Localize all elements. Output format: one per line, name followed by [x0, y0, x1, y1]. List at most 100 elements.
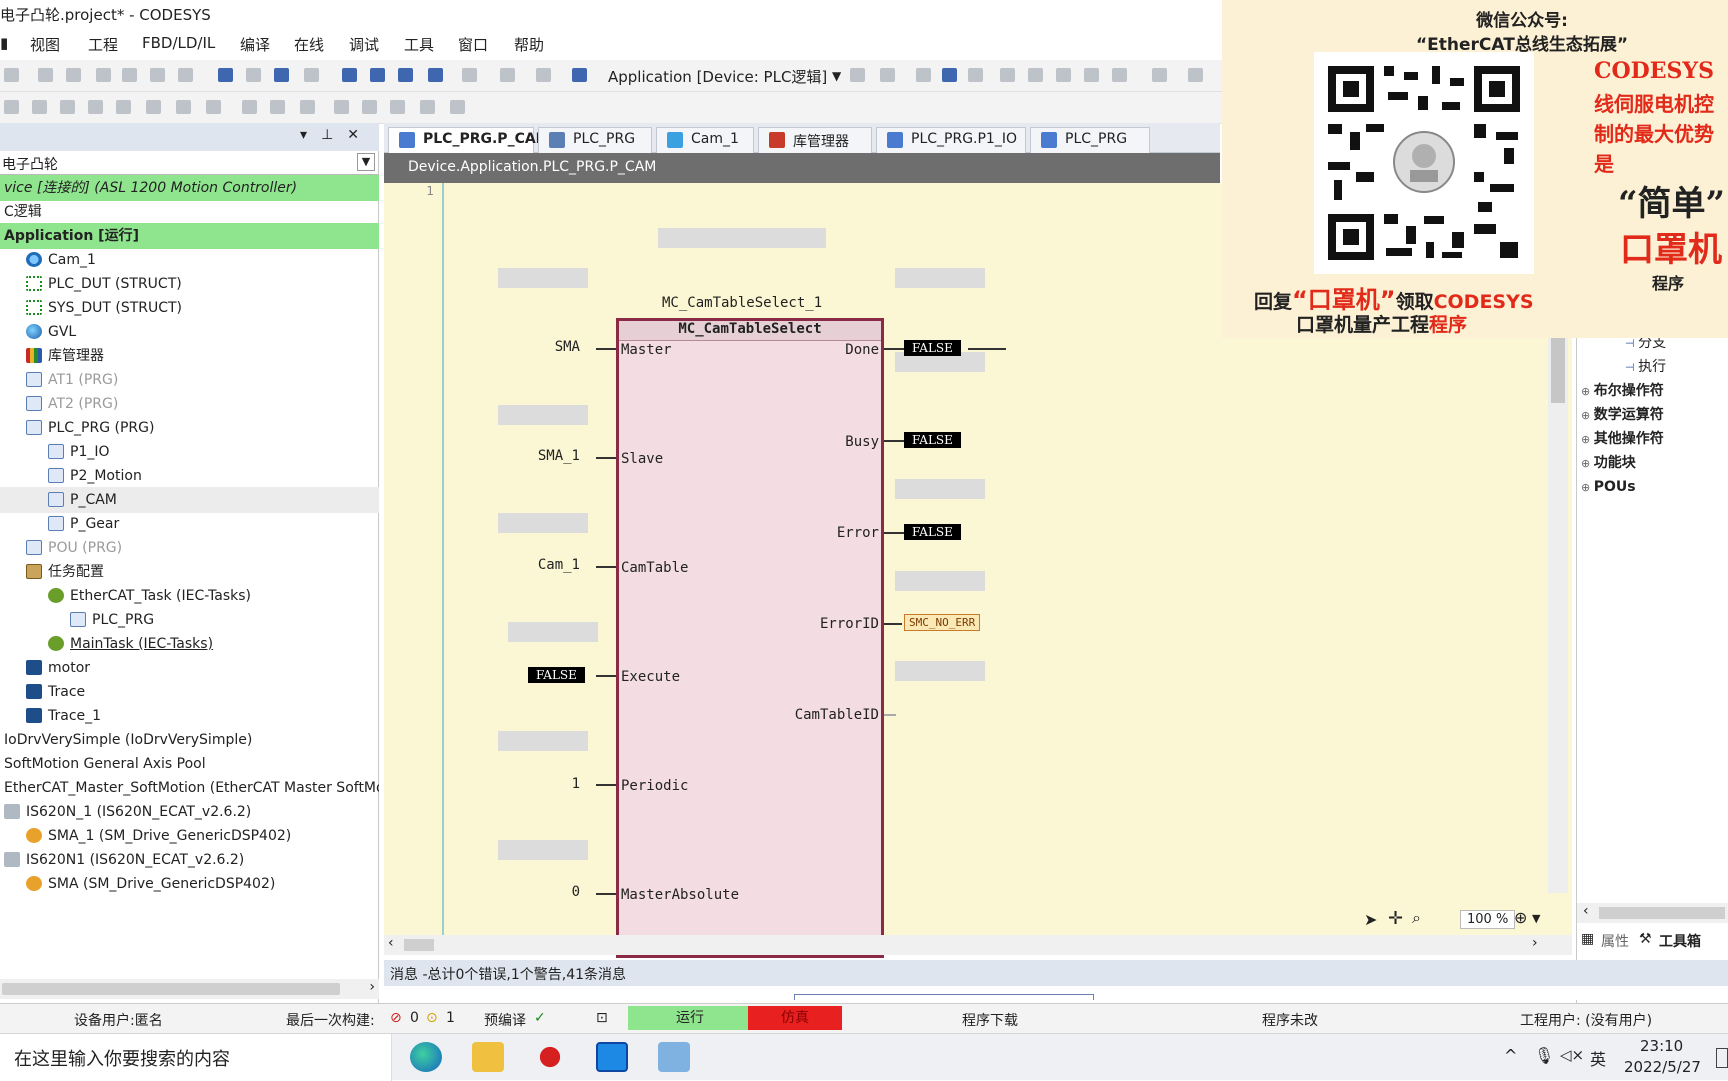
- masterabsolute-input-value[interactable]: 0: [500, 884, 580, 900]
- start-icon[interactable]: [916, 68, 931, 82]
- copy-icon[interactable]: [122, 68, 137, 82]
- tree-item[interactable]: SoftMotion General Axis Pool: [0, 751, 379, 777]
- done-output-value[interactable]: FALSE: [904, 340, 961, 356]
- fbd-branch-start-icon[interactable]: [362, 100, 377, 114]
- toolbox-item[interactable]: ⊕ 功能块: [1581, 451, 1636, 475]
- variable-placeholder[interactable]: [895, 268, 985, 288]
- execute-input-value[interactable]: FALSE: [528, 667, 585, 683]
- pin-slave[interactable]: Slave: [621, 451, 663, 467]
- function-block[interactable]: MC_CamTableSelect Master Slave CamTable …: [616, 318, 884, 958]
- next-bookmark-icon[interactable]: [370, 68, 385, 82]
- variable-placeholder[interactable]: [498, 405, 588, 425]
- fbd-return-icon[interactable]: [146, 100, 161, 114]
- tree-item[interactable]: MainTask (IEC-Tasks): [0, 631, 379, 657]
- variable-placeholder[interactable]: [498, 268, 588, 288]
- tree-item[interactable]: C逻辑: [0, 199, 379, 225]
- tree-item[interactable]: 库管理器: [0, 343, 379, 369]
- expand-icon[interactable]: ⊕: [1581, 409, 1594, 422]
- menu-online[interactable]: 在线: [294, 34, 324, 55]
- tab-properties[interactable]: 属性: [1601, 931, 1629, 951]
- tree-item[interactable]: P_Gear: [0, 511, 379, 537]
- fbd-branch-end-icon[interactable]: [390, 100, 405, 114]
- fbd-parallel-icon[interactable]: [270, 100, 285, 114]
- toolbox-item[interactable]: ⊕ POUs: [1581, 475, 1636, 499]
- tree-item[interactable]: SMA_1 (SM_Drive_GenericDSP402): [0, 823, 379, 849]
- pin-done[interactable]: Done: [845, 342, 879, 358]
- periodic-input-value[interactable]: 1: [500, 776, 580, 792]
- master-input-value[interactable]: SMA: [500, 339, 580, 355]
- menu-debug[interactable]: 调试: [349, 34, 379, 55]
- pin-execute[interactable]: Execute: [621, 669, 680, 685]
- move-icon[interactable]: ✛: [1388, 908, 1403, 929]
- fbd-assign-icon[interactable]: [88, 100, 103, 114]
- tree-item[interactable]: SMA (SM_Drive_GenericDSP402): [0, 871, 379, 897]
- error-output-value[interactable]: FALSE: [904, 524, 961, 540]
- chevron-down-icon[interactable]: ▼: [1532, 912, 1540, 925]
- slave-input-value[interactable]: SMA_1: [500, 448, 580, 464]
- editor-tab[interactable]: PLC_PRG.P_CAM×: [388, 127, 571, 153]
- lock-icon[interactable]: ⊡: [596, 1010, 608, 1026]
- pin-camtableid[interactable]: CamTableID: [795, 707, 879, 723]
- app-k-icon[interactable]: [596, 1042, 628, 1072]
- login-icon[interactable]: [850, 68, 865, 82]
- variable-placeholder[interactable]: [498, 731, 588, 751]
- fbd-input-icon[interactable]: [176, 100, 191, 114]
- export-icon[interactable]: [536, 68, 551, 82]
- variable-placeholder[interactable]: [498, 840, 588, 860]
- build-icon[interactable]: [462, 68, 477, 82]
- fbd-jump-icon[interactable]: [116, 100, 131, 114]
- undo-icon[interactable]: [38, 68, 53, 82]
- tree-item[interactable]: PLC_DUT (STRUCT): [0, 271, 379, 297]
- variable-placeholder[interactable]: [508, 622, 598, 642]
- scroll-thumb[interactable]: [1551, 333, 1565, 403]
- tree-item[interactable]: EtherCAT_Master_SoftMotion (EtherCAT Mas…: [0, 775, 379, 801]
- clear-bookmark-icon[interactable]: [428, 68, 443, 82]
- print-icon[interactable]: [4, 68, 19, 82]
- pin-masterabsolute[interactable]: MasterAbsolute: [621, 887, 739, 903]
- tree-item[interactable]: Application [运行]: [0, 223, 379, 249]
- pin-camtable[interactable]: CamTable: [621, 560, 688, 576]
- replace-all-icon[interactable]: [304, 68, 319, 82]
- prev-bookmark-icon[interactable]: [398, 68, 413, 82]
- pin-icon[interactable]: ⊥: [321, 127, 347, 143]
- tree-item[interactable]: IS620N_1 (IS620N_ECAT_v2.6.2): [0, 799, 379, 825]
- toolbox-item[interactable]: ⊕ 其他操作符: [1581, 427, 1664, 451]
- remote-desktop-icon[interactable]: [658, 1042, 690, 1072]
- fbd-network-above-icon[interactable]: [32, 100, 47, 114]
- tree-item[interactable]: vice [连接的] (ASL 1200 Motion Controller): [0, 175, 379, 201]
- expand-icon[interactable]: ⊕: [1581, 481, 1594, 494]
- editor-tab[interactable]: PLC_PRG.P1_IO: [876, 127, 1026, 153]
- variable-placeholder[interactable]: [895, 571, 985, 591]
- pin-error[interactable]: Error: [837, 525, 879, 541]
- toolbox-item[interactable]: ⊣ 执行: [1625, 355, 1666, 379]
- file-explorer-icon[interactable]: [472, 1042, 504, 1072]
- step-out-icon[interactable]: [1084, 68, 1099, 82]
- expand-icon[interactable]: ⊕: [1581, 457, 1594, 470]
- reset-icon[interactable]: [968, 68, 983, 82]
- tree-item[interactable]: Cam_1: [0, 247, 379, 273]
- horizontal-scrollbar[interactable]: ‹ ›: [384, 935, 1572, 955]
- fbd-coil-icon[interactable]: [300, 100, 315, 114]
- precompile-label[interactable]: 预编译: [484, 1010, 526, 1030]
- delete-icon[interactable]: [178, 68, 193, 82]
- active-application-select[interactable]: Application [Device: PLC逻辑]: [604, 65, 831, 87]
- camtable-input-value[interactable]: Cam_1: [500, 557, 580, 573]
- scroll-left-icon[interactable]: ‹: [388, 935, 394, 951]
- busy-output-value[interactable]: FALSE: [904, 432, 961, 448]
- menu-fbd-ld-il[interactable]: FBD/LD/IL: [142, 34, 215, 52]
- variable-placeholder[interactable]: [895, 479, 985, 499]
- scroll-right-icon[interactable]: ›: [1532, 935, 1538, 951]
- scroll-thumb[interactable]: [2, 983, 340, 995]
- display-icon[interactable]: [1188, 68, 1203, 82]
- toolbox-item[interactable]: ⊕ 数学运算符: [1581, 403, 1664, 427]
- vertical-scrollbar[interactable]: [1548, 333, 1568, 893]
- zoom-icon[interactable]: ⌕: [1412, 908, 1421, 928]
- tree-item[interactable]: IoDrvVerySimple (IoDrvVerySimple): [0, 727, 379, 753]
- clock-time[interactable]: 23:10: [1640, 1037, 1683, 1055]
- variable-placeholder[interactable]: [498, 513, 588, 533]
- microphone-icon[interactable]: 🎙: [1534, 1046, 1554, 1065]
- edge-browser-icon[interactable]: [410, 1042, 442, 1072]
- toolbox-item[interactable]: ⊕ 布尔操作符: [1581, 379, 1664, 403]
- tree-item[interactable]: IS620N1 (IS620N_ECAT_v2.6.2): [0, 847, 379, 873]
- fbd-contact-icon[interactable]: [242, 100, 257, 114]
